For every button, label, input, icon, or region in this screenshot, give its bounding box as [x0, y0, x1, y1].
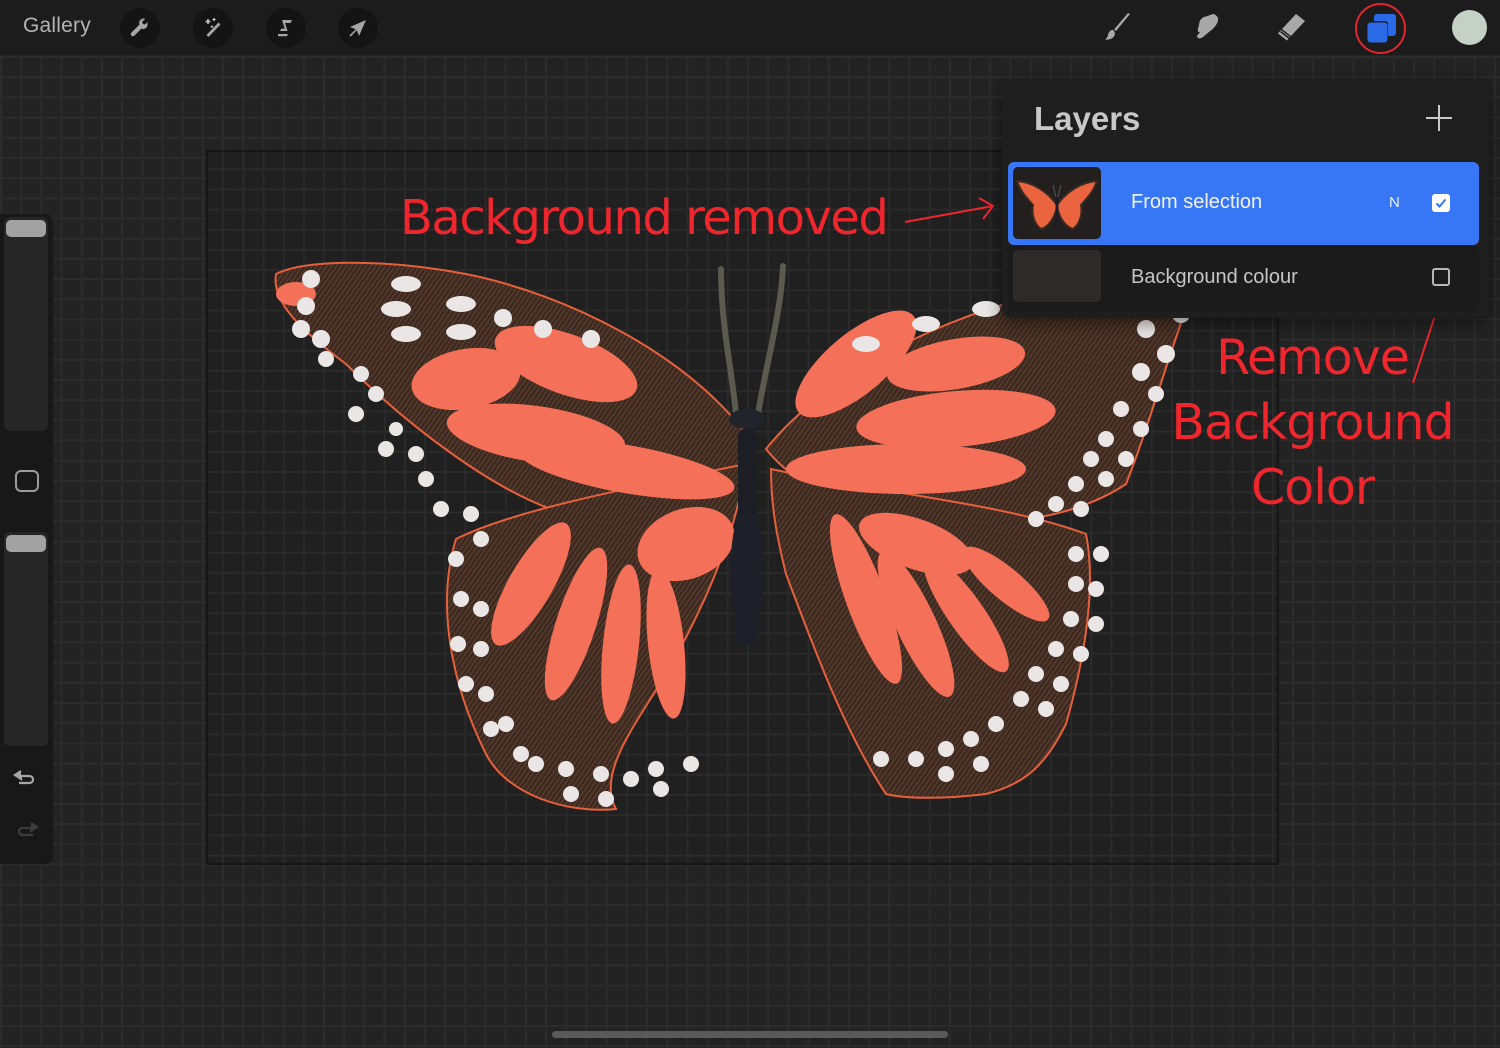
magic-wand-icon	[205, 18, 221, 37]
opacity-slider[interactable]	[4, 532, 48, 746]
brush-icon	[1105, 13, 1130, 40]
brush-size-thumb[interactable]	[6, 220, 46, 237]
annotation-arrow-right	[904, 197, 995, 223]
abdomen	[730, 514, 764, 646]
actions-button[interactable]	[120, 8, 160, 48]
layer-thumbnail	[1013, 250, 1101, 302]
gallery-button[interactable]: Gallery	[23, 14, 91, 38]
wrench-icon	[130, 18, 148, 37]
paint-brush-button[interactable]	[1096, 6, 1140, 50]
layer-visibility-checkbox[interactable]	[1432, 194, 1450, 212]
top-toolbar: Gallery	[0, 0, 1500, 55]
selection-button[interactable]	[266, 8, 306, 48]
layer-name: Background colour	[1131, 266, 1298, 288]
modify-button[interactable]	[15, 470, 39, 492]
annotation-line: Background	[1171, 394, 1454, 451]
annotation-line: Color	[1251, 459, 1375, 516]
butterfly-thumbnail-icon	[1015, 179, 1099, 231]
home-indicator	[552, 1031, 948, 1038]
smudge-finger-icon	[1197, 14, 1219, 39]
layers-icon	[1365, 13, 1396, 43]
layers-button[interactable]	[1355, 3, 1406, 54]
undo-icon[interactable]	[12, 766, 40, 790]
smudge-button[interactable]	[1183, 6, 1227, 50]
opacity-thumb[interactable]	[6, 535, 46, 552]
eraser-button[interactable]	[1270, 6, 1314, 50]
eraser-icon	[1278, 14, 1305, 41]
layer-row-background-colour[interactable]: Background colour	[1008, 246, 1479, 311]
layers-title: Layers	[1034, 100, 1141, 137]
right-antenna	[755, 263, 786, 417]
layers-panel: Layers From selection N Background colou…	[1002, 80, 1489, 318]
left-sidebar	[0, 214, 53, 864]
color-swatch-button[interactable]	[1452, 10, 1487, 45]
background-visibility-checkbox[interactable]	[1432, 268, 1450, 286]
redo-icon[interactable]	[12, 818, 40, 842]
blend-mode-button[interactable]: N	[1389, 194, 1400, 211]
layer-name: From selection	[1131, 191, 1263, 213]
add-layer-button[interactable]	[1423, 102, 1455, 134]
arrow-cursor-icon	[349, 20, 366, 37]
layer-thumbnail	[1013, 167, 1101, 239]
layer-row-from-selection[interactable]: From selection N	[1008, 162, 1479, 245]
adjustments-button[interactable]	[193, 8, 233, 48]
annotation-background-removed: Background removed	[400, 190, 889, 246]
butterfly-artwork	[274, 261, 1190, 811]
transform-button[interactable]	[338, 8, 378, 48]
checkmark-icon	[1435, 198, 1447, 208]
left-antenna	[718, 266, 739, 417]
brush-size-slider[interactable]	[4, 217, 48, 431]
selection-s-icon	[278, 20, 292, 37]
